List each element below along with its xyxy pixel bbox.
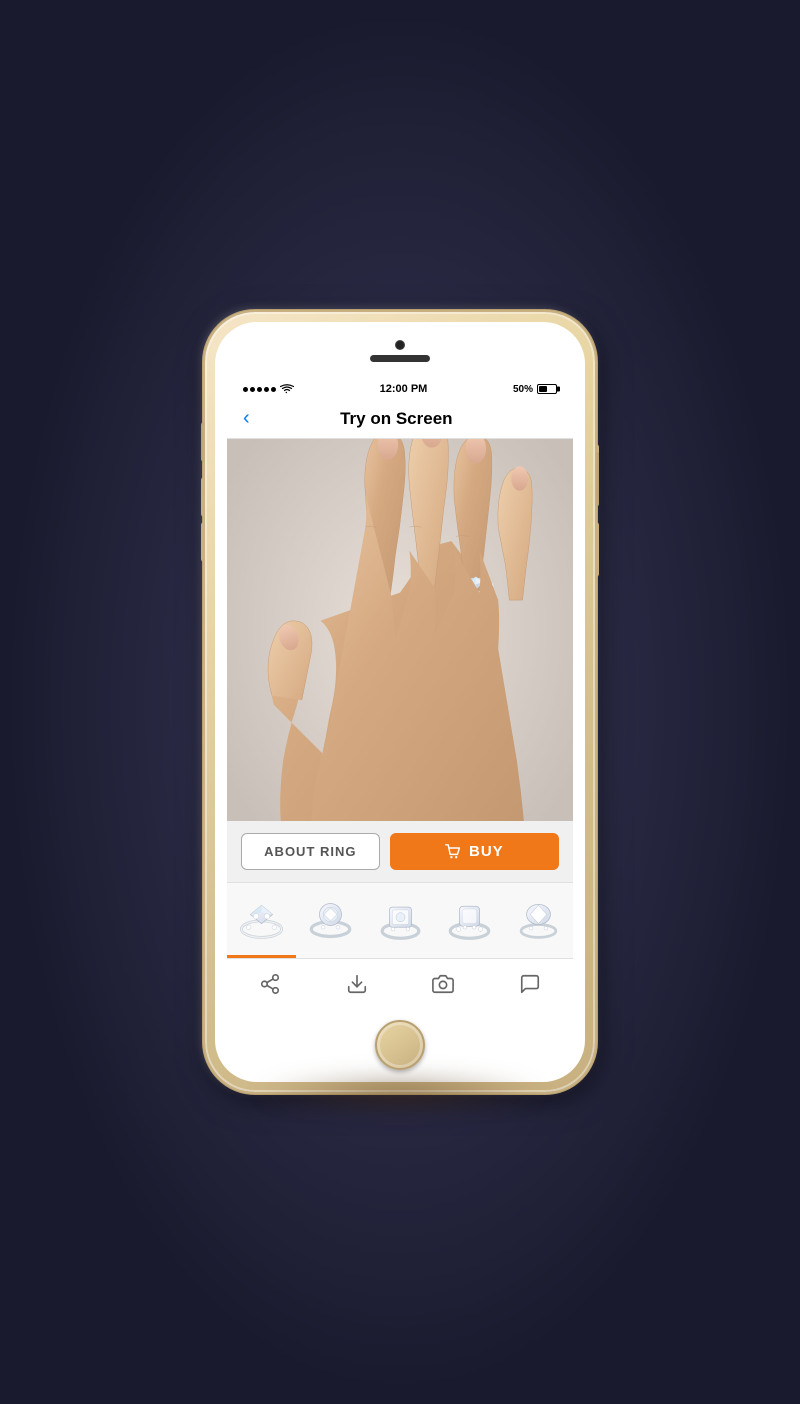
ring-image-2	[303, 892, 358, 947]
battery-percent: 50%	[513, 384, 533, 395]
camera-icon	[432, 973, 454, 995]
hand-illustration	[227, 439, 573, 821]
home-button[interactable]	[375, 1020, 425, 1070]
hand-area	[227, 439, 573, 821]
nav-title: Try on Screen	[260, 409, 533, 429]
ring-thumb-5[interactable]	[504, 883, 573, 958]
status-left	[243, 384, 294, 394]
action-buttons: ABOUT RING BUY	[227, 821, 573, 882]
ring-thumb-4[interactable]	[435, 883, 504, 958]
phone-shadow	[250, 1072, 550, 1112]
ring-thumbnails	[227, 882, 573, 958]
signal-bars	[243, 387, 276, 392]
wifi-icon	[280, 384, 294, 394]
share-button[interactable]	[250, 969, 290, 999]
download-button[interactable]	[337, 969, 377, 999]
ring-image-5	[511, 892, 566, 947]
screen: 12:00 PM 50% ‹ Try on Screen	[227, 377, 573, 1007]
bottom-toolbar	[227, 958, 573, 1007]
battery-icon	[537, 384, 557, 394]
ring-thumb-1[interactable]	[227, 883, 296, 958]
scene: 12:00 PM 50% ‹ Try on Screen	[0, 0, 800, 1404]
status-time: 12:00 PM	[380, 383, 428, 395]
nav-bar: ‹ Try on Screen	[227, 399, 573, 439]
camera-button[interactable]	[423, 969, 463, 999]
battery-fill	[539, 386, 547, 392]
phone-shell: 12:00 PM 50% ‹ Try on Screen	[205, 312, 595, 1092]
about-ring-button[interactable]: ABOUT RING	[241, 833, 380, 870]
phone-inner: 12:00 PM 50% ‹ Try on Screen	[215, 322, 585, 1082]
front-camera	[395, 340, 405, 350]
chat-icon	[519, 973, 541, 995]
buy-label: BUY	[469, 843, 504, 860]
ring-image-3	[373, 892, 428, 947]
top-bar	[370, 340, 430, 362]
ring-image-1	[234, 892, 289, 947]
ring-thumb-2[interactable]	[296, 883, 365, 958]
ring-image-4	[442, 892, 497, 947]
status-right: 50%	[513, 384, 557, 395]
status-bar: 12:00 PM 50%	[227, 377, 573, 399]
ring-thumb-3[interactable]	[365, 883, 434, 958]
share-icon	[259, 973, 281, 995]
cart-icon	[445, 844, 461, 860]
speaker	[370, 355, 430, 362]
buy-button[interactable]: BUY	[390, 833, 559, 870]
chat-button[interactable]	[510, 969, 550, 999]
download-icon	[346, 973, 368, 995]
back-button[interactable]: ‹	[243, 407, 250, 430]
